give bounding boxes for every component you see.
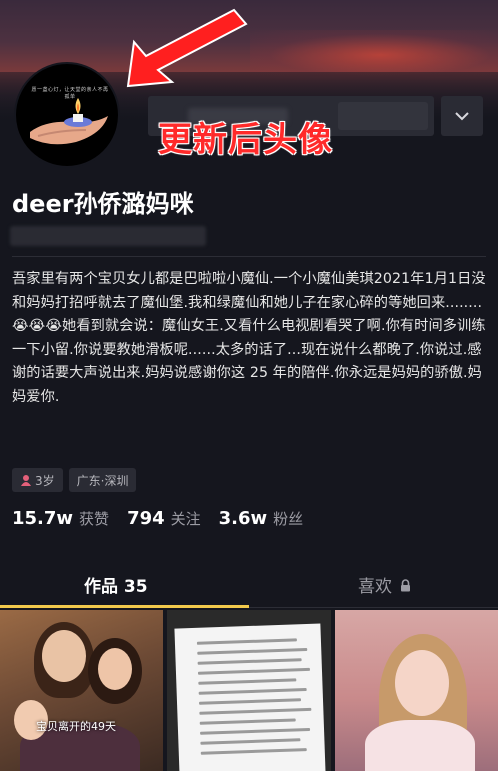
video-thumbnail[interactable]: 宝贝离开的49天	[0, 610, 163, 771]
text-line	[198, 698, 302, 705]
video-thumbnail[interactable]	[167, 610, 331, 771]
following-stat[interactable]: 794 关注	[127, 508, 201, 529]
text-line	[197, 647, 308, 655]
female-icon	[21, 475, 31, 486]
text-line	[197, 658, 302, 665]
annotation-text: 更新后头像	[158, 120, 333, 160]
text-line	[197, 667, 310, 675]
text-line	[198, 678, 297, 685]
text-line	[200, 748, 307, 755]
likes-count: 15.7w	[12, 508, 74, 529]
content-tabs: 作品 35 喜欢	[0, 564, 498, 608]
redacted-user-id	[10, 226, 206, 246]
text-line	[199, 718, 296, 725]
arrow-annotation-icon	[126, 8, 248, 88]
video-thumbnail[interactable]	[335, 610, 498, 771]
profile-tags: 3岁 广东·深圳	[12, 468, 137, 492]
followers-stat[interactable]: 3.6w 粉丝	[219, 508, 304, 529]
photo-figure	[98, 648, 132, 690]
tab-works[interactable]: 作品 35	[84, 572, 148, 597]
text-line	[199, 707, 312, 715]
following-count: 794	[127, 508, 165, 529]
photo-figure	[395, 650, 449, 716]
followers-count: 3.6w	[218, 508, 268, 529]
location-tag: 广东·深圳	[68, 468, 137, 492]
profile-name: deer孙侨潞妈咪	[12, 190, 194, 218]
location-label: 广东·深圳	[76, 473, 129, 488]
photo-figure	[365, 720, 475, 771]
thumbnail-caption: 宝贝离开的49天	[36, 720, 116, 733]
likes-stat[interactable]: 15.7w 获赞	[12, 508, 109, 529]
tab-likes[interactable]: 喜欢	[358, 572, 411, 597]
chevron-down-icon	[455, 112, 469, 121]
text-line	[196, 638, 297, 645]
tab-likes-label: 喜欢	[358, 577, 392, 597]
letter-image	[174, 623, 326, 771]
text-line	[200, 738, 301, 745]
followers-label: 粉丝	[273, 510, 304, 528]
candle-icon	[30, 98, 108, 145]
photo-figure	[42, 630, 86, 682]
avatar[interactable]: 愿一盏心灯，让天堂的亲人不再孤单	[14, 62, 120, 168]
profile-stats: 15.7w 获赞 794 关注 3.6w 粉丝	[12, 508, 303, 529]
likes-label: 获赞	[79, 510, 110, 528]
active-tab-indicator	[0, 605, 249, 608]
more-options-button[interactable]	[441, 96, 483, 136]
text-line	[200, 727, 311, 735]
lock-icon	[401, 579, 411, 592]
text-line	[198, 688, 307, 695]
divider	[12, 256, 486, 257]
following-label: 关注	[170, 510, 201, 528]
profile-bio: 吾家里有两个宝贝女儿都是巴啦啦小魔仙.一个小魔仙美琪2021年1月1日没和妈妈打…	[12, 271, 486, 405]
redacted-area	[338, 102, 428, 130]
age-label: 3岁	[35, 473, 55, 488]
age-tag: 3岁	[12, 468, 63, 492]
